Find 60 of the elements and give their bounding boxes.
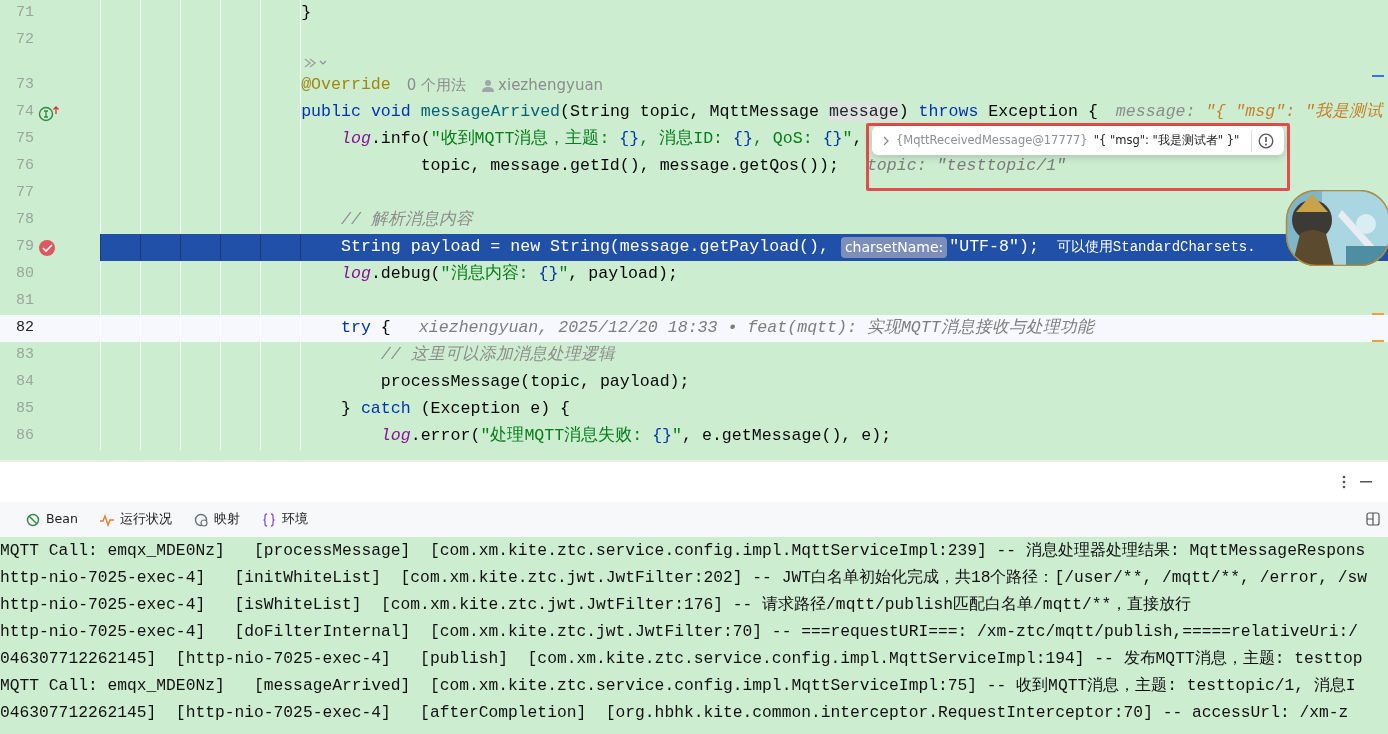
mapping-icon — [193, 512, 208, 527]
inline-value: message: "{ "msg": "我是测试 — [1115, 101, 1384, 124]
fold-icon[interactable] — [302, 56, 328, 70]
braces-icon — [261, 512, 276, 527]
info-icon[interactable] — [1258, 132, 1274, 149]
inlay-hint: xiezhengyuan, 2025/12/20 18:33 • feat(mqtt): 实现MQTT消息接收与处理功能 — [418, 317, 1094, 340]
log-line: MQTT Call: emqx_MDE0Nz] [processMessage] [com.xm.kite.ztc.service.config.impl.MqttServiceImpl:239] -- 消息处理器处理结果: MqttMessageRespons — [0, 540, 1367, 562]
line-number: 82 — [15, 318, 34, 339]
panel-tab[interactable]: 环境 — [261, 510, 308, 529]
line-number: 71 — [15, 3, 34, 24]
line-number: 75 — [15, 129, 34, 150]
layout-icon[interactable] — [1366, 512, 1380, 526]
line-number: 81 — [15, 291, 34, 312]
value-type: {MqttReceivedMessage@17777} — [896, 131, 1088, 149]
log-line: 046307712262145] [http-nio-7025-exec-4] [publish] [com.xm.kite.ztc.service.config.impl.MqttServiceImpl:194] -- 发布MQTT消息，主题: testtop — [0, 648, 1364, 670]
breakpoint-icon[interactable] — [38, 237, 58, 258]
line-number: 86 — [15, 426, 34, 447]
log-line: http-nio-7025-exec-4] [doFilterInternal] [com.xm.kite.ztc.jwt.JwtFilter:70] -- ===requestURI===: /xm-ztc/mqtt/publish,=====relativeUri:/ — [0, 621, 1360, 643]
line-number: 78 — [15, 210, 34, 231]
parameter-hint: charsetName: — [840, 237, 948, 258]
code-text: @Override — [300, 74, 391, 97]
code-text: log.error("处理MQTT消息失败: {}", e.getMessage(), e); — [379, 425, 892, 448]
code-text: // 这里可以添加消息处理逻辑 — [379, 344, 615, 367]
line-number: 79 — [15, 237, 34, 258]
code-text: } — [300, 2, 312, 25]
line-number: 77 — [15, 183, 34, 204]
expand-icon[interactable] — [882, 135, 890, 146]
more-icon[interactable] — [1342, 475, 1346, 489]
code-text: // 解析消息内容 — [340, 209, 473, 232]
code-text: processMessage(topic, payload); — [379, 371, 690, 394]
log-line: MQTT Call: emqx_MDE0Nz] [messageArrived] [com.xm.kite.ztc.service.config.impl.MqttServiceImpl:75] -- 收到MQTT消息，主题: testtopic/1, 消息I — [0, 675, 1357, 697]
line-number: 74 — [15, 102, 34, 123]
line-number: 85 — [15, 399, 34, 420]
line-number: 72 — [15, 30, 34, 51]
code-text: log.info("收到MQTT消息，主题: {}, 消息ID: {}, QoS: {}", — [340, 127, 863, 151]
line-number: 83 — [15, 345, 34, 366]
inspection-hint: 可以使用StandardCharsets. — [1056, 238, 1256, 257]
line-number: 76 — [15, 156, 34, 177]
bean-icon — [26, 512, 40, 527]
code-text: } catch (Exception e) { — [340, 398, 571, 421]
panel-tab[interactable]: Bean — [26, 510, 78, 529]
panel-tab[interactable]: 映射 — [193, 510, 240, 529]
line-number: 84 — [15, 372, 34, 393]
code-text: "UTF-8"); — [949, 236, 1039, 259]
pulse-icon — [99, 512, 114, 527]
code-text: topic, message.getId(), message.getQos()); — [419, 155, 839, 178]
line-number: 73 — [15, 75, 34, 96]
code-text: try { — [340, 317, 391, 340]
value-text: "{ "msg": "我是测试者" }" — [1093, 131, 1240, 149]
minimize-icon[interactable] — [1360, 481, 1372, 483]
log-line: 046307712262145] [http-nio-7025-exec-4] [afterCompletion] [org.hbhk.kite.common.interceptor.RequestInterceptor:70] -- accessUrl: /xm-z — [0, 702, 1350, 724]
code-text: public void messageArrived(String topic, MqttMessage message) throws Exception { — [300, 101, 1098, 124]
panel-tab[interactable]: 运行状况 — [99, 510, 172, 529]
line-number: 80 — [15, 264, 34, 285]
inlay-hint: topic: "testtopic/1" — [866, 155, 1067, 178]
code-text: String payload = new String(message.getPayload(), — [340, 236, 830, 259]
code-text: log.debug("消息内容: {}", payload); — [340, 262, 678, 286]
log-line: http-nio-7025-exec-4] [initWhiteList] [com.xm.kite.ztc.jwt.JwtFilter:202] -- JWT白名单初始化完成，共18个路径：[/user/**, /mqtt/**, /error, /sw — [0, 567, 1369, 589]
log-line: http-nio-7025-exec-4] [isWhiteList] [com.xm.kite.ztc.jwt.JwtFilter:176] -- 请求路径/mqtt/publish匹配白名单/mqtt/**，直接放行 — [0, 594, 1193, 616]
person-icon — [482, 79, 495, 92]
